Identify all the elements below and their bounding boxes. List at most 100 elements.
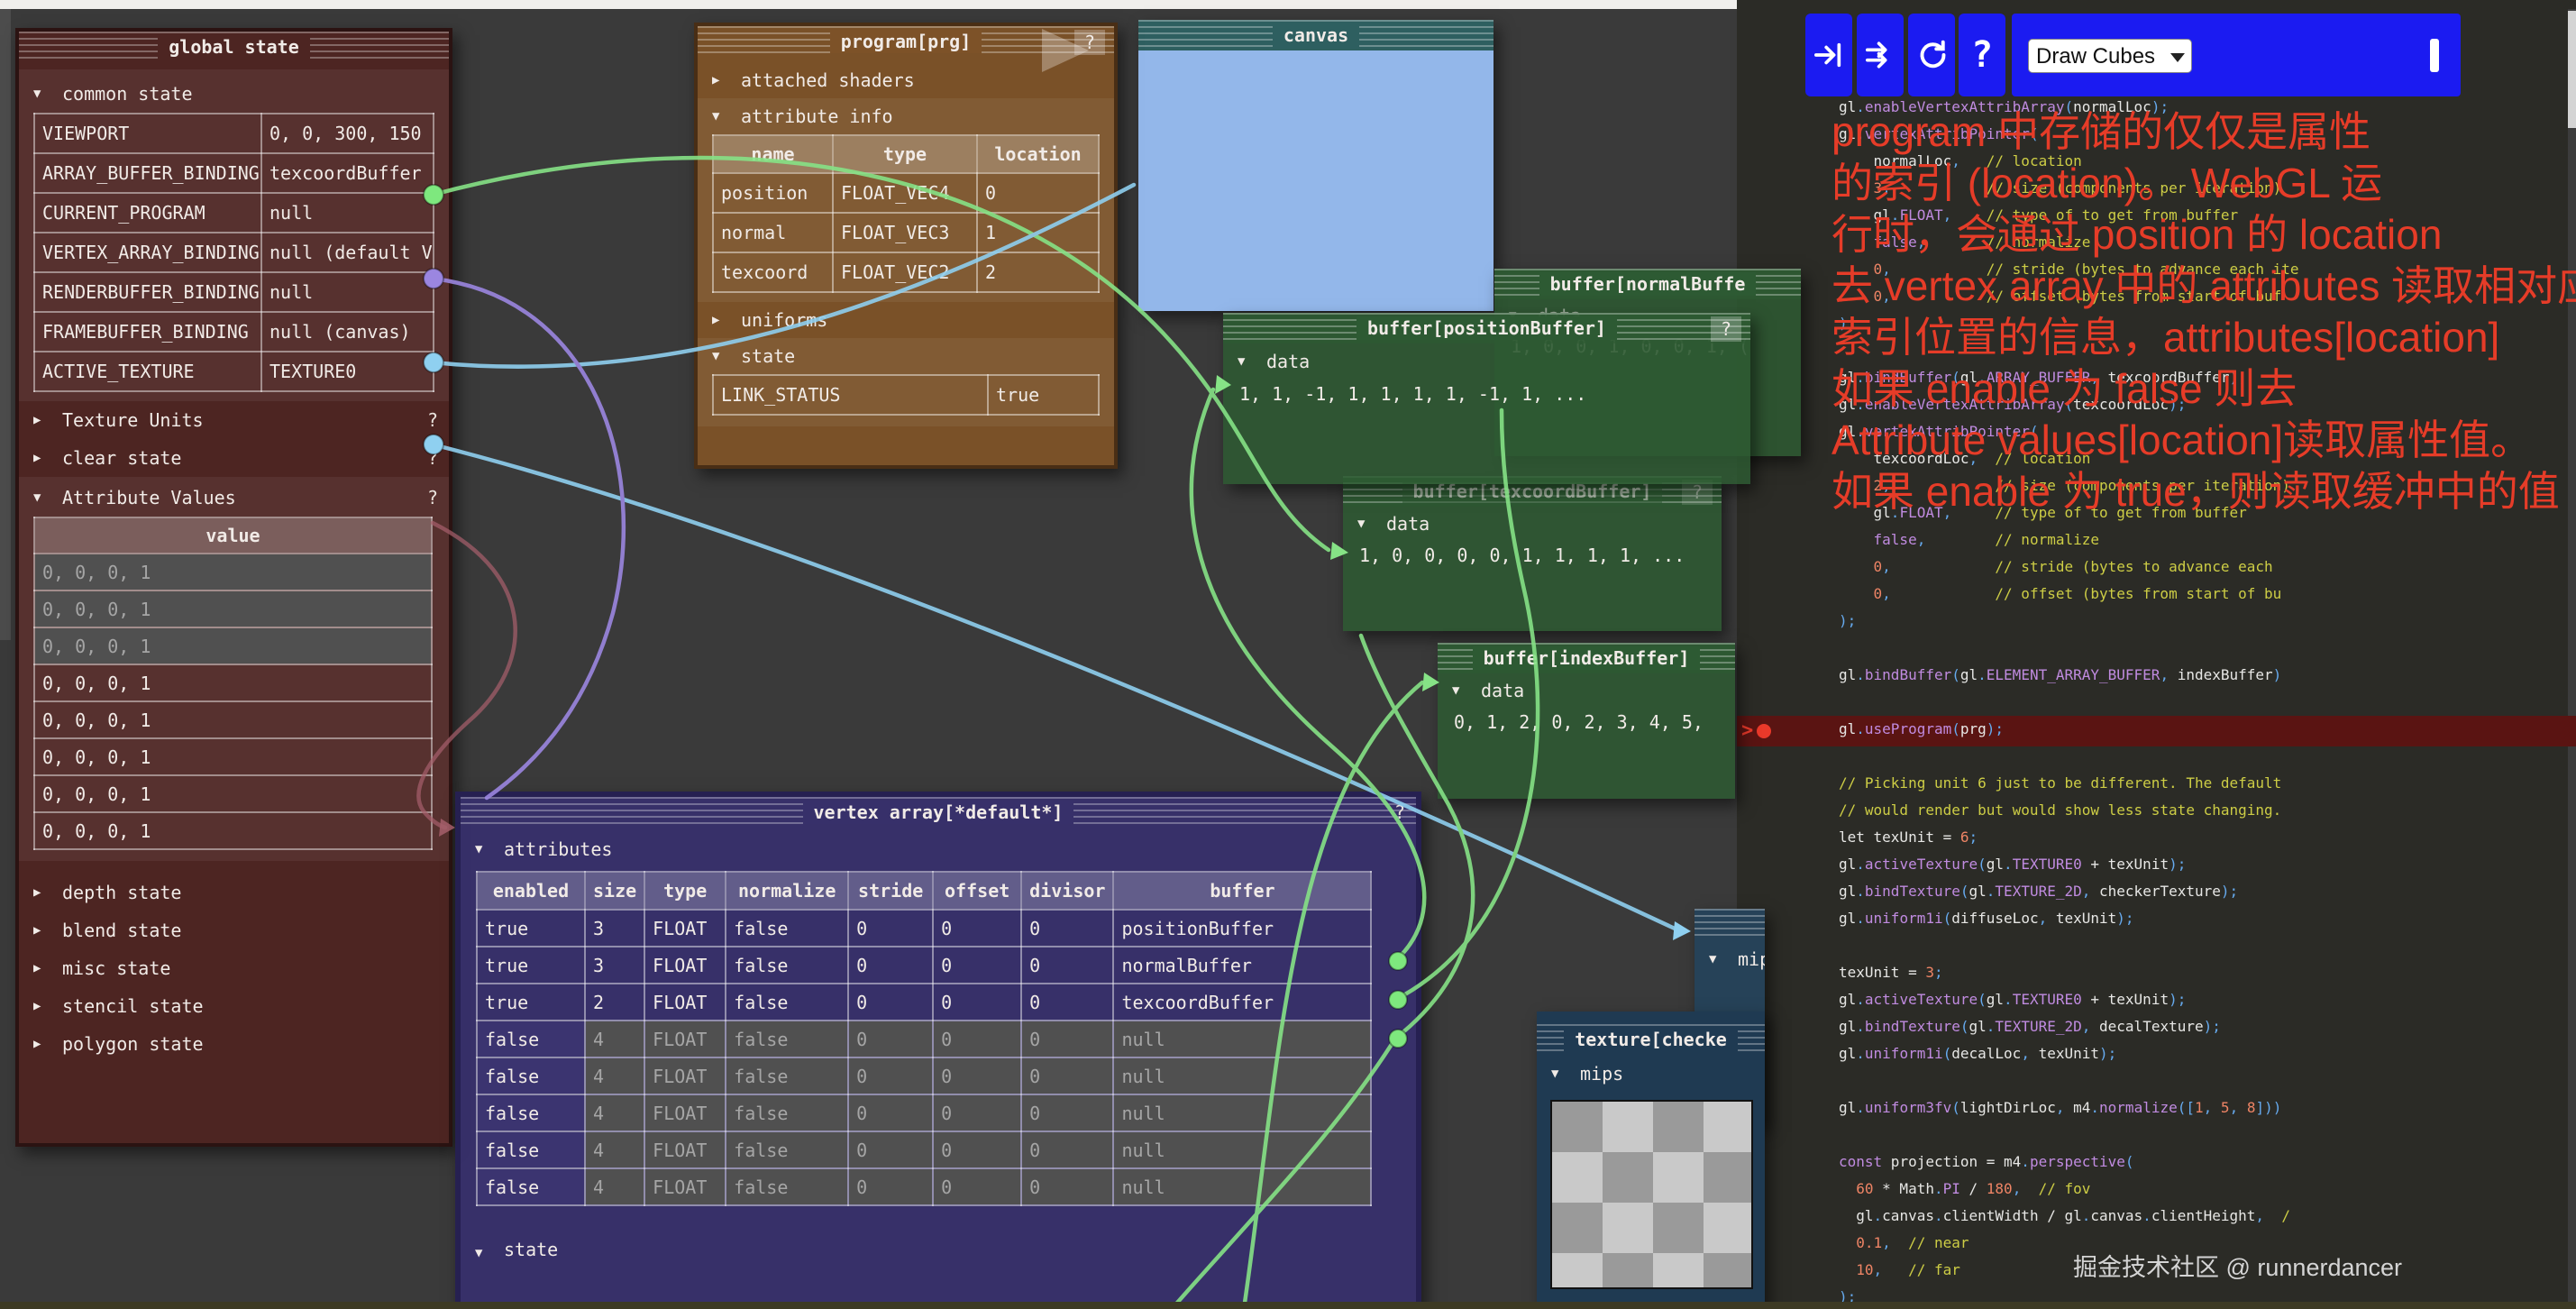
texture-checker-header[interactable]: texture[checke: [1537, 1024, 1765, 1055]
attr-stride: 0: [848, 984, 933, 1021]
help-icon[interactable]: ?: [1394, 801, 1405, 823]
buffer-index-panel[interactable]: buffer[indexBuffer] ▼ data 0, 1, 2, 0, 2…: [1438, 643, 1735, 799]
attributes-expander[interactable]: ▼ attributes: [461, 828, 1416, 871]
attr-type: FLOAT: [644, 1168, 726, 1205]
program-state-expander[interactable]: ▼ state: [698, 338, 1114, 374]
triangle-down-icon: ▼: [1357, 517, 1374, 531]
buffer-index-data-expander[interactable]: ▼ data: [1438, 673, 1735, 708]
buffer-texcoord-data-expander[interactable]: ▼ data: [1343, 507, 1722, 541]
buffer-position-data-expander[interactable]: ▼ data: [1223, 343, 1750, 380]
help-button[interactable]: ?: [1959, 14, 2005, 96]
collapsed-state-expander[interactable]: ▶ polygon state: [19, 1025, 449, 1063]
attr-normalize: false: [726, 910, 848, 947]
restart-button[interactable]: [1908, 14, 1955, 96]
code-line: [1839, 1121, 2299, 1149]
attr-type: FLOAT_VEC3: [833, 213, 977, 252]
buffer-index-header[interactable]: buffer[indexBuffer]: [1438, 643, 1735, 673]
triangle-down-icon: ▼: [1452, 683, 1468, 698]
column-header: normalize: [726, 872, 848, 910]
code-line: gl.activeTexture(gl.TEXTURE0 + texUnit);: [1839, 986, 2299, 1013]
red-annotation-line: 索引位置的信息，attributes[location]: [1832, 312, 2576, 363]
table-row: true 2 FLOAT false 0 0 0 texcoordBuffer: [477, 984, 1371, 1021]
attribute-value: 0, 0, 0, 1: [34, 590, 432, 627]
table-row: 0, 0, 0, 1: [34, 664, 432, 701]
red-annotation-line: 去 vertex array 中的 attributes 读取相对应: [1832, 261, 2576, 312]
state-value: texcoordBuffer: [261, 153, 434, 193]
vertex-array-panel[interactable]: vertex array[*default*] ? ▼ attributes e…: [455, 792, 1421, 1309]
attr-normalize: false: [726, 1131, 848, 1168]
global-state-panel[interactable]: global state ▼ common state VIEWPORT 0, …: [15, 28, 452, 1147]
collapsed-state-expander[interactable]: ▶ blend state: [19, 911, 449, 949]
canvas-panel[interactable]: canvas: [1138, 20, 1494, 311]
restart-icon: [1915, 39, 1948, 71]
buffer-position-panel[interactable]: buffer[positionBuffer] ? ▼ data 1, 1, -1…: [1223, 313, 1750, 484]
buffer-normal-header[interactable]: buffer[normalBuffe: [1494, 269, 1801, 299]
triangle-right-icon: ▶: [33, 923, 50, 938]
link-status-table: LINK_STATUS true: [712, 374, 1100, 416]
attr-enabled: true: [477, 947, 585, 984]
attr-location: 0: [977, 173, 1099, 213]
common-state-expander[interactable]: ▼ common state: [19, 75, 449, 113]
arrow-to-bar-icon: [1813, 40, 1844, 70]
attr-size: 4: [585, 1094, 644, 1131]
attr-buffer: positionBuffer: [1113, 910, 1371, 947]
left-edge-strip: [0, 9, 11, 640]
buffer-texcoord-panel[interactable]: buffer[texcoordBuffer] ? ▼ data 1, 0, 0,…: [1343, 476, 1722, 631]
column-header: stride: [848, 872, 933, 910]
vertex-state-expander[interactable]: ▼ state: [461, 1206, 1416, 1264]
attr-divisor: 0: [1021, 1168, 1113, 1205]
collapsed-state-expander[interactable]: ▶ misc state: [19, 949, 449, 987]
attribute-values-expander[interactable]: ▼ Attribute Values ?: [19, 479, 449, 517]
attr-divisor: 0: [1021, 1057, 1113, 1094]
program-panel[interactable]: program[prg] ? ▶ attached shaders ▼ attr…: [694, 23, 1118, 469]
column-header: offset: [933, 872, 1021, 910]
uniforms-expander[interactable]: ▶ uniforms: [698, 302, 1114, 338]
table-row: true 3 FLOAT false 0 0 0 normalBuffer: [477, 947, 1371, 984]
table-row: position FLOAT_VEC4 0: [713, 173, 1099, 213]
attr-offset: 0: [933, 1057, 1021, 1094]
attribute-info-expander[interactable]: ▼ attribute info: [698, 98, 1114, 134]
help-icon[interactable]: ?: [427, 487, 438, 508]
vertex-array-header[interactable]: vertex array[*default*] ?: [461, 797, 1416, 828]
red-annotation-line: Attribute values[location]读取属性值。: [1832, 415, 2576, 466]
collapsed-state-expander[interactable]: ▶ depth state: [19, 874, 449, 911]
code-line: );: [1839, 608, 2299, 635]
attr-stride: 0: [848, 1057, 933, 1094]
attr-type: FLOAT: [644, 1057, 726, 1094]
table-row: 0, 0, 0, 1: [34, 701, 432, 738]
column-header: enabled: [477, 872, 585, 910]
example-select[interactable]: Draw Cubes: [2028, 39, 2192, 73]
checker-mip-image: [1550, 1100, 1753, 1289]
buffer-position-header[interactable]: buffer[positionBuffer] ?: [1223, 313, 1750, 343]
texture-mips-expander[interactable]: ▼ mips: [1537, 1055, 1765, 1093]
global-state-header[interactable]: global state: [19, 32, 449, 62]
clear-state-expander[interactable]: ▶ clear state ?: [19, 439, 449, 477]
table-row: RENDERBUFFER_BINDING null: [34, 272, 434, 312]
buffer-position-data: 1, 1, -1, 1, 1, 1, 1, -1, 1, ...: [1239, 383, 1734, 405]
attr-offset: 0: [933, 947, 1021, 984]
canvas-panel-header[interactable]: canvas: [1138, 20, 1494, 50]
code-line: gl.bindTexture(gl.TEXTURE_2D, decalTextu…: [1839, 1013, 2299, 1040]
texture-checker-panel[interactable]: texture[checke ▼ mips: [1537, 1012, 1765, 1309]
attr-name: normal: [713, 213, 833, 252]
table-row: texcoord FLOAT_VEC2 2: [713, 252, 1099, 292]
table-row: 0, 0, 0, 1: [34, 775, 432, 812]
run-to-next-draw-button[interactable]: [1857, 14, 1904, 96]
table-row: CURRENT_PROGRAM null: [34, 193, 434, 233]
attr-enabled: false: [477, 1131, 585, 1168]
step-next-command-button[interactable]: [1805, 14, 1852, 96]
collapsed-state-expander[interactable]: ▶ stencil state: [19, 987, 449, 1025]
help-icon[interactable]: ?: [1711, 316, 1741, 342]
attr-buffer: null: [1113, 1021, 1371, 1057]
help-icon[interactable]: ?: [427, 409, 438, 431]
table-row: VERTEX_ARRAY_BINDING null (default VAO): [34, 233, 434, 272]
code-line: 0, // offset (bytes from start of bu: [1839, 581, 2299, 608]
texture-back-header[interactable]: [1694, 909, 1765, 939]
texture-back-mips-expander[interactable]: ▼ mips: [1694, 939, 1765, 979]
help-icon[interactable]: ?: [427, 447, 438, 469]
state-name: ACTIVE_TEXTURE: [34, 352, 261, 391]
attribute-value: 0, 0, 0, 1: [34, 664, 432, 701]
texture-units-expander[interactable]: ▶ Texture Units ?: [19, 401, 449, 439]
attr-divisor: 0: [1021, 1094, 1113, 1131]
state-value: 0, 0, 300, 150: [261, 114, 434, 153]
